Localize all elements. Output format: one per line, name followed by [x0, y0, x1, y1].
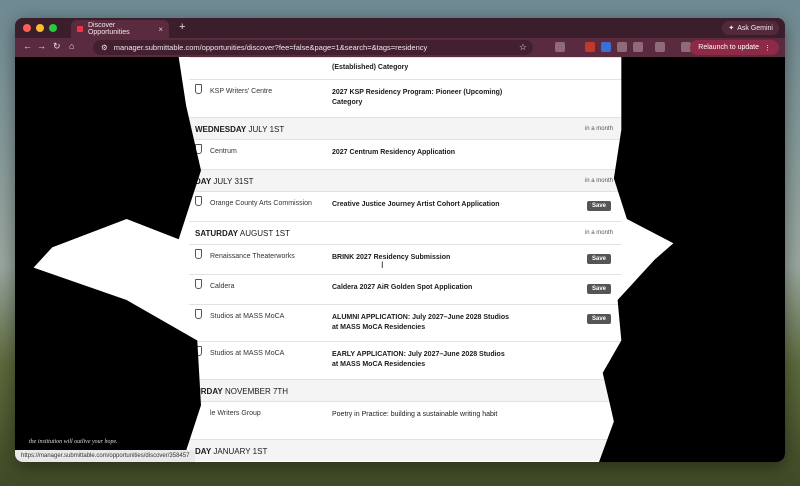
- bookmark-star-icon[interactable]: ☆: [519, 42, 527, 53]
- relaunch-to-update-button[interactable]: Relaunch to update ⋮: [690, 40, 779, 55]
- list-item[interactable]: Renaissance Theaterworks BRINK 2027 Resi…: [189, 244, 621, 274]
- ask-gemini-button[interactable]: ✦ Ask Gemini: [722, 21, 779, 35]
- opportunity-title[interactable]: ALUMNI APPLICATION: July 2027–June 2028 …: [332, 313, 512, 333]
- list-item[interactable]: KSP Writers' Centre 2027 KSP Residency P…: [189, 79, 621, 117]
- tab-bar: Discover Opportunities × + ✦ Ask Gemini: [15, 18, 785, 38]
- shield-icon: [195, 196, 202, 206]
- day-header: DAY JANUARY 1ST: [189, 439, 621, 461]
- tab-title: Discover Opportunities: [87, 22, 130, 36]
- day-label: URDAY NOVEMBER 7TH: [195, 387, 289, 396]
- relative-time: in a month: [584, 178, 613, 184]
- day-label: DAY JULY 31ST: [195, 177, 254, 186]
- day-header: DAY JULY 31ST in a month: [189, 169, 621, 191]
- day-header: SATURDAY AUGUST 1ST in a month: [189, 221, 621, 243]
- list-item[interactable]: Studios at MASS MoCA EARLY APPLICATION: …: [189, 341, 621, 379]
- close-tab-icon[interactable]: ×: [158, 25, 163, 34]
- opportunity-title[interactable]: BRINK 2027 Residency Submission: [332, 253, 512, 263]
- list-item[interactable]: le Writers Group Poetry in Practice: bui…: [189, 401, 621, 439]
- organization-name: Renaissance Theaterworks: [210, 253, 295, 260]
- shield-icon: [195, 279, 202, 289]
- puzzle-extensions-icon[interactable]: [633, 42, 643, 52]
- maximize-window-button[interactable]: [49, 24, 57, 32]
- organization-name: Studios at MASS MoCA: [210, 313, 285, 320]
- shield-icon: [195, 309, 202, 319]
- status-bar-url: https://manager.submittable.com/opportun…: [15, 450, 196, 462]
- list-item[interactable]: Centrum 2027 Centrum Residency Applicati…: [189, 139, 621, 169]
- save-button[interactable]: Save: [586, 254, 611, 264]
- submittable-favicon-icon: [77, 26, 83, 32]
- organization-name: Caldera: [210, 283, 235, 290]
- save-button[interactable]: Save: [586, 314, 611, 324]
- cast-icon[interactable]: [655, 42, 665, 52]
- opportunity-title[interactable]: 2027 KSP Residency Program: Pioneer (Upc…: [332, 88, 512, 108]
- page-content: (Established) Category KSP Writers' Cent…: [15, 57, 785, 462]
- reload-icon[interactable]: ↻: [53, 41, 61, 52]
- dither-overlay-left: [15, 57, 201, 462]
- relative-time: in a month: [584, 126, 613, 132]
- home-icon[interactable]: ⌂: [69, 41, 74, 51]
- url-text: manager.submittable.com/opportunities/di…: [113, 43, 428, 52]
- window-controls: [23, 24, 57, 32]
- forward-arrow-icon[interactable]: →: [37, 41, 46, 51]
- dither-overlay-right: [599, 57, 785, 462]
- day-header: WEDNESDAY JULY 1ST in a month: [189, 117, 621, 139]
- extension-badge-icon[interactable]: [585, 42, 595, 52]
- relative-time: in a month: [584, 230, 613, 236]
- extension-blue-icon[interactable]: [601, 42, 611, 52]
- list-item[interactable]: Studios at MASS MoCA ALUMNI APPLICATION:…: [189, 304, 621, 341]
- ask-gemini-label: Ask Gemini: [737, 24, 773, 32]
- sparkle-icon: ✦: [728, 25, 735, 32]
- opportunity-title[interactable]: (Established) Category: [332, 63, 512, 73]
- tab-discover-opportunities[interactable]: Discover Opportunities ×: [71, 20, 169, 38]
- text-cursor-icon: I: [381, 260, 384, 270]
- browser-window: Discover Opportunities × + ✦ Ask Gemini …: [15, 18, 785, 462]
- organization-name: Orange County Arts Commission: [210, 200, 312, 207]
- save-button[interactable]: Save: [586, 284, 611, 294]
- shield-icon: [195, 84, 202, 94]
- shield-icon: [195, 249, 202, 259]
- list-item[interactable]: Caldera Caldera 2027 AiR Golden Spot App…: [189, 274, 621, 304]
- organization-name: le Writers Group: [210, 410, 261, 417]
- organization-name: Studios at MASS MoCA: [210, 350, 285, 357]
- list-item[interactable]: (Established) Category: [189, 57, 621, 79]
- kebab-menu-icon[interactable]: ⋮: [764, 44, 771, 52]
- new-tab-button[interactable]: +: [179, 21, 185, 33]
- back-arrow-icon[interactable]: ←: [23, 41, 32, 51]
- close-window-button[interactable]: [23, 24, 31, 32]
- address-bar[interactable]: ⚙ manager.submittable.com/opportunities/…: [93, 40, 533, 55]
- day-label: WEDNESDAY JULY 1ST: [195, 125, 285, 134]
- opportunity-title[interactable]: Caldera 2027 AiR Golden Spot Application: [332, 283, 512, 293]
- opportunity-title[interactable]: Creative Justice Journey Artist Cohort A…: [332, 200, 512, 210]
- browser-toolbar: ← → ↻ ⌂ ⚙ manager.submittable.com/opport…: [15, 38, 785, 57]
- site-info-icon[interactable]: ⚙: [101, 43, 108, 52]
- organization-name: KSP Writers' Centre: [210, 88, 273, 95]
- day-label: DAY JANUARY 1ST: [195, 447, 268, 456]
- opportunity-title[interactable]: EARLY APPLICATION: July 2027–June 2028 S…: [332, 350, 512, 370]
- extension-icon[interactable]: [555, 42, 565, 52]
- opportunity-title[interactable]: Poetry in Practice: building a sustainab…: [332, 410, 512, 420]
- list-item[interactable]: Orange County Arts Commission Creative J…: [189, 191, 621, 221]
- save-button[interactable]: Save: [586, 201, 611, 211]
- extension-f-icon[interactable]: [617, 42, 627, 52]
- opportunity-title[interactable]: 2027 Centrum Residency Application: [332, 148, 512, 158]
- minimize-window-button[interactable]: [36, 24, 44, 32]
- day-header: URDAY NOVEMBER 7TH: [189, 379, 621, 401]
- organization-name: Centrum: [210, 148, 237, 155]
- tagline-text: the institution will outlive your hope.: [29, 439, 118, 445]
- day-label: SATURDAY AUGUST 1ST: [195, 229, 290, 238]
- relaunch-label: Relaunch to update: [698, 44, 759, 51]
